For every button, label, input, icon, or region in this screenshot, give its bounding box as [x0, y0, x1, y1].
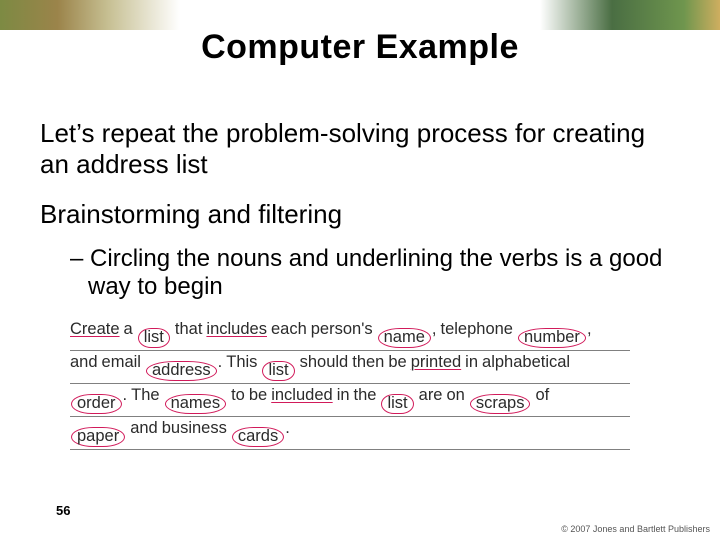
- section-heading: Brainstorming and filtering: [40, 199, 680, 230]
- word: each: [271, 311, 307, 348]
- verb-includes: includes: [206, 311, 267, 348]
- word: a: [124, 311, 133, 348]
- bullet-text: Circling the nouns and underlining the v…: [88, 245, 662, 301]
- word: and: [130, 410, 158, 447]
- noun-cards: cards: [232, 427, 284, 447]
- word: of: [535, 377, 549, 414]
- word: email: [102, 344, 141, 381]
- bullet-dash: –: [70, 245, 83, 272]
- decorative-banner: [0, 0, 720, 30]
- punct: .: [123, 377, 128, 414]
- verb-printed: printed: [411, 344, 461, 381]
- word: that: [175, 311, 203, 348]
- verb-included: included: [271, 377, 332, 414]
- word: be: [388, 344, 406, 381]
- page-number: 56: [56, 503, 70, 518]
- word: in: [465, 344, 478, 381]
- word: then: [352, 344, 384, 381]
- word: the: [354, 377, 377, 414]
- word: in: [337, 377, 350, 414]
- word: business: [162, 410, 227, 447]
- noun-list: list: [138, 328, 170, 348]
- word: alphabetical: [482, 344, 570, 381]
- word: should: [300, 344, 349, 381]
- copyright-text: © 2007 Jones and Bartlett Publishers: [561, 524, 710, 534]
- word: be: [249, 377, 267, 414]
- noun-order: order: [71, 394, 122, 414]
- word: telephone: [440, 311, 513, 348]
- word: person's: [311, 311, 373, 348]
- word: and: [70, 344, 98, 381]
- bullet-line: – Circling the nouns and underlining the…: [70, 245, 680, 303]
- word: to: [231, 377, 245, 414]
- intro-paragraph: Let’s repeat the problem-solving process…: [40, 118, 680, 179]
- word: on: [447, 377, 465, 414]
- verb-create: Create: [70, 311, 120, 348]
- noun-paper: paper: [71, 427, 125, 447]
- annotated-quote: Create a list that includes each person'…: [70, 318, 630, 450]
- word: This: [226, 344, 257, 381]
- quote-line-4: paper and business cards.: [70, 417, 630, 450]
- punct: .: [285, 410, 290, 447]
- slide-body: Let’s repeat the problem-solving process…: [40, 118, 680, 450]
- punct: ,: [587, 311, 592, 348]
- noun-list: list: [381, 394, 413, 414]
- punct: .: [218, 344, 223, 381]
- punct: ,: [432, 311, 437, 348]
- word: The: [131, 377, 159, 414]
- slide-title: Computer Example: [0, 28, 720, 67]
- noun-scraps: scraps: [470, 394, 531, 414]
- word: are: [419, 377, 443, 414]
